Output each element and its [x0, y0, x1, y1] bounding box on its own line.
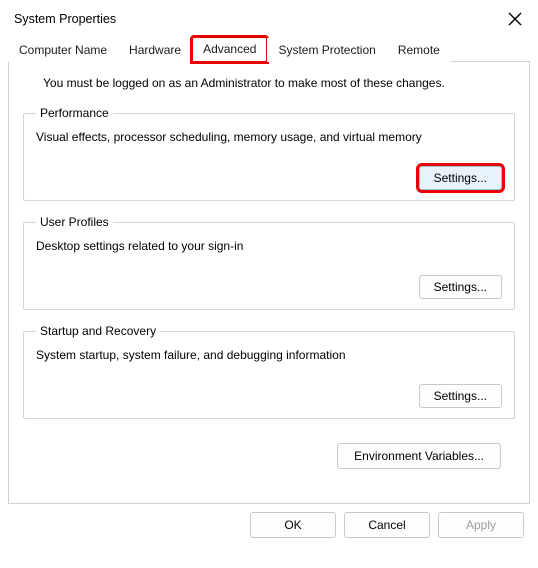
group-user-profiles-legend: User Profiles — [36, 215, 113, 229]
tab-remote[interactable]: Remote — [387, 38, 451, 62]
ok-button[interactable]: OK — [250, 512, 336, 538]
tab-system-protection[interactable]: System Protection — [267, 38, 386, 62]
dialog-footer: OK Cancel Apply — [0, 504, 538, 538]
group-startup-recovery-desc: System startup, system failure, and debu… — [36, 348, 502, 362]
group-performance-legend: Performance — [36, 106, 113, 120]
tab-advanced[interactable]: Advanced — [192, 37, 267, 62]
tab-hardware[interactable]: Hardware — [118, 38, 192, 62]
group-startup-recovery: Startup and Recovery System startup, sys… — [23, 324, 515, 419]
group-user-profiles-desc: Desktop settings related to your sign-in — [36, 239, 502, 253]
tab-computer-name[interactable]: Computer Name — [8, 38, 118, 62]
group-startup-recovery-legend: Startup and Recovery — [36, 324, 160, 338]
admin-notice: You must be logged on as an Administrato… — [23, 76, 515, 100]
performance-settings-button[interactable]: Settings... — [419, 166, 502, 190]
group-performance-desc: Visual effects, processor scheduling, me… — [36, 130, 502, 144]
tab-strip: Computer Name Hardware Advanced System P… — [8, 36, 530, 62]
apply-button[interactable]: Apply — [438, 512, 524, 538]
window-title: System Properties — [14, 12, 116, 26]
user-profiles-settings-button[interactable]: Settings... — [419, 275, 502, 299]
titlebar: System Properties — [0, 0, 538, 36]
startup-recovery-settings-button[interactable]: Settings... — [419, 384, 502, 408]
cancel-button[interactable]: Cancel — [344, 512, 430, 538]
group-user-profiles: User Profiles Desktop settings related t… — [23, 215, 515, 310]
group-performance: Performance Visual effects, processor sc… — [23, 106, 515, 201]
environment-variables-button[interactable]: Environment Variables... — [337, 443, 501, 469]
tab-panel-advanced: You must be logged on as an Administrato… — [8, 62, 530, 504]
close-icon[interactable] — [506, 10, 524, 28]
